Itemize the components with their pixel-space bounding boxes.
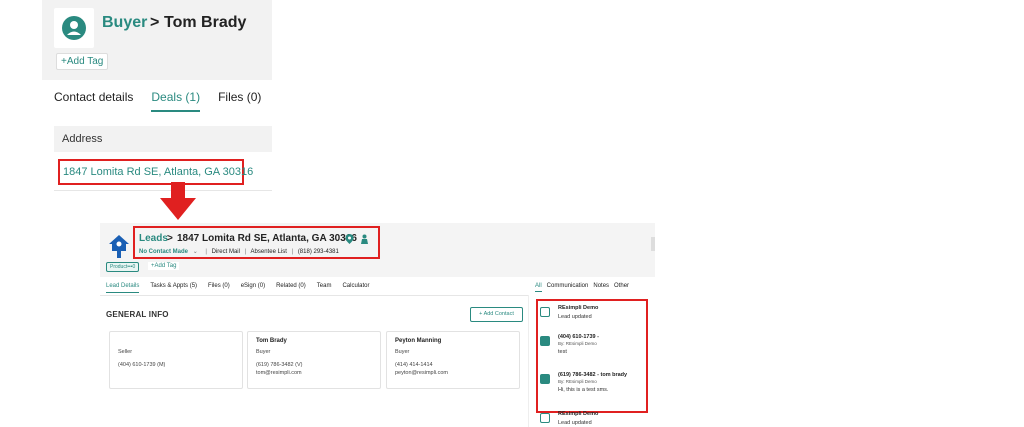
contact-card-tom-brady[interactable]: Tom Brady Buyer (619) 786-3482 (V) tom@r…: [247, 331, 381, 389]
tab-deals[interactable]: Deals (1): [151, 90, 201, 112]
card-phone[interactable]: (414) 414-1414: [395, 362, 511, 368]
tab-files[interactable]: Files (0): [218, 90, 261, 112]
tab-all[interactable]: All: [535, 283, 542, 292]
separator: |: [205, 249, 207, 255]
contact-card-peyton-manning[interactable]: Peyton Manning Buyer (414) 414-1414 peyt…: [386, 331, 520, 389]
card-name: Peyton Manning: [395, 338, 442, 344]
activity-item[interactable]: REsimpli Demo Lead updated: [540, 305, 646, 327]
lead-meta-row: No Contact Made ⌄ | Direct Mail | Absent…: [139, 248, 339, 255]
tab-other[interactable]: Other: [614, 283, 629, 292]
contact-card-seller[interactable]: Seller (404) 610-1739 (M): [109, 331, 243, 389]
activity-item[interactable]: (404) 610-1739 - By: REsimpli Demo test: [540, 334, 646, 364]
tab-tasks-appts[interactable]: Tasks & Appts (5): [150, 283, 197, 293]
update-icon: [540, 307, 550, 317]
lead-source: Direct Mail: [211, 249, 240, 255]
message-icon: [540, 374, 550, 384]
section-title: GENERAL INFO: [106, 310, 169, 319]
activity-item[interactable]: (619) 786-3482 - tom brady By: REsimpli …: [540, 372, 646, 402]
contact-header: Buyer > Tom Brady +Add Tag: [42, 0, 272, 80]
divider: [100, 295, 528, 296]
card-phone[interactable]: (404) 610-1739 (M): [118, 362, 234, 368]
tab-team[interactable]: Team: [317, 283, 332, 293]
activity-title: (404) 610-1739 -: [558, 334, 599, 340]
activity-body: Lead updated: [558, 420, 592, 426]
card-name: Tom Brady: [256, 338, 287, 344]
tab-files[interactable]: Files (0): [208, 283, 230, 293]
tab-notes[interactable]: Notes: [593, 283, 609, 292]
activity-body: test: [558, 349, 567, 355]
separator: |: [244, 249, 247, 255]
house-lead-icon: [109, 235, 129, 258]
breadcrumb-buyer-link[interactable]: Buyer: [102, 14, 147, 32]
lead-tabs: Lead Details Tasks & Appts (5) Files (0)…: [106, 283, 380, 293]
tab-esign[interactable]: eSign (0): [241, 283, 265, 293]
lead-header: Leads > 1847 Lomita Rd SE, Atlanta, GA 3…: [100, 223, 655, 277]
card-phone[interactable]: (619) 786-3482 (V): [256, 362, 372, 368]
activity-title: REsimpli Demo: [558, 305, 599, 311]
activity-body: Hi, this is a test sms.: [558, 387, 609, 393]
card-role: Buyer: [256, 349, 271, 355]
down-arrow-icon: [160, 182, 196, 220]
panel-edge: [651, 237, 655, 251]
tab-communication[interactable]: Communication: [547, 283, 589, 292]
card-role: Buyer: [395, 349, 410, 355]
lead-status-dropdown[interactable]: No Contact Made: [139, 249, 188, 255]
activity-title: REsimpli Demo: [558, 411, 599, 417]
breadcrumb-separator: >: [150, 14, 160, 31]
lead-title-highlight: Leads > 1847 Lomita Rd SE, Atlanta, GA 3…: [133, 226, 380, 259]
lead-list: Absentee List: [250, 249, 287, 255]
map-pin-icon[interactable]: [345, 234, 354, 244]
contact-tabs: Contact details Deals (1) Files (0): [54, 90, 279, 112]
tab-related[interactable]: Related (0): [276, 283, 306, 293]
activity-item[interactable]: REsimpli Demo Lead updated: [540, 411, 646, 427]
card-email[interactable]: peyton@resimpli.com: [395, 370, 511, 376]
separator: |: [291, 249, 294, 255]
avatar: [54, 8, 94, 48]
add-contact-button[interactable]: + Add Contact: [470, 307, 523, 322]
card-name: [118, 338, 234, 347]
card-email[interactable]: tom@resimpli.com: [256, 370, 372, 376]
address-column-header: Address: [54, 126, 272, 152]
chevron-down-icon[interactable]: ⌄: [193, 249, 198, 255]
card-role: Seller: [118, 349, 133, 355]
tab-calculator[interactable]: Calculator: [342, 283, 369, 293]
message-icon: [540, 336, 550, 346]
add-tag-button[interactable]: +Add Tag: [56, 53, 109, 70]
add-tag-button[interactable]: +Add Tag: [148, 262, 180, 270]
activity-tabs: All Communication Notes Other: [535, 283, 634, 292]
update-icon: [540, 413, 550, 423]
tab-lead-details[interactable]: Lead Details: [106, 283, 140, 293]
lead-address-title: 1847 Lomita Rd SE, Atlanta, GA 30316: [177, 233, 357, 244]
activity-author: By: REsimpli Demo: [558, 379, 597, 384]
person-icon[interactable]: [360, 234, 369, 244]
contact-name: Tom Brady: [164, 14, 247, 31]
deal-address-link[interactable]: 1847 Lomita Rd SE, Atlanta, GA 30316: [58, 159, 253, 185]
lead-phone[interactable]: (818) 293-4381: [298, 249, 339, 255]
activity-title: (619) 786-3482 - tom brady: [558, 372, 628, 378]
activity-author: By: REsimpli Demo: [558, 341, 597, 346]
breadcrumb-separator: >: [167, 233, 173, 244]
breadcrumb-leads-link[interactable]: Leads: [139, 233, 168, 244]
product-tag[interactable]: Product•••0: [106, 262, 140, 272]
tab-contact-details[interactable]: Contact details: [54, 90, 133, 112]
activity-body: Lead updated: [558, 314, 592, 320]
user-avatar-icon: [62, 16, 86, 40]
